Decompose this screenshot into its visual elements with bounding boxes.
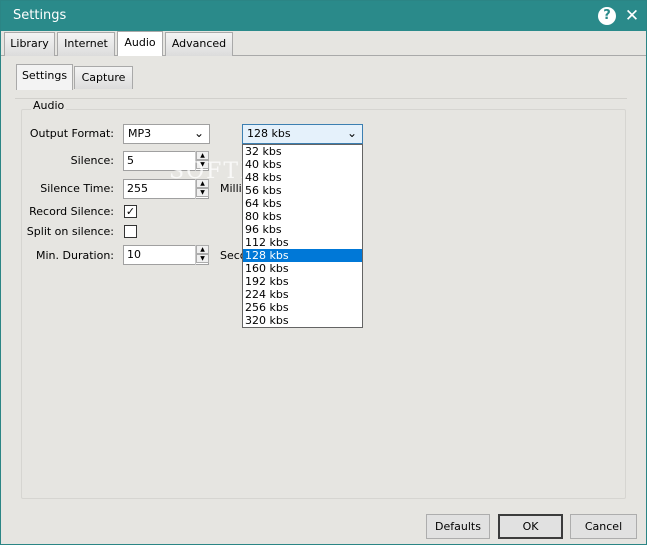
- help-icon[interactable]: ?: [598, 7, 616, 25]
- tab-internet[interactable]: Internet: [57, 32, 115, 56]
- spin-up-icon[interactable]: ▲: [196, 245, 209, 254]
- silence-time-unit: Milli: [220, 182, 242, 195]
- silence-time-spinner[interactable]: ▲ ▼: [195, 179, 209, 199]
- spin-up-icon[interactable]: ▲: [196, 179, 209, 188]
- tab-advanced[interactable]: Advanced: [165, 32, 233, 56]
- main-tab-strip: Library Internet Audio Advanced: [1, 31, 646, 56]
- bitrate-option[interactable]: 56 kbs: [243, 184, 362, 197]
- spin-down-icon[interactable]: ▼: [196, 254, 209, 263]
- spin-up-icon[interactable]: ▲: [196, 151, 209, 160]
- subtab-capture[interactable]: Capture: [74, 66, 133, 89]
- ok-button[interactable]: OK: [498, 514, 563, 539]
- bitrate-option-selected[interactable]: 128 kbs: [243, 249, 362, 262]
- record-silence-label: Record Silence:: [29, 205, 114, 218]
- spin-down-icon[interactable]: ▼: [196, 160, 209, 169]
- chevron-down-icon: ⌄: [193, 126, 204, 140]
- bitrate-option[interactable]: 40 kbs: [243, 158, 362, 171]
- bitrate-option[interactable]: 64 kbs: [243, 197, 362, 210]
- group-title: Audio: [31, 99, 67, 112]
- output-format-value: MP3: [128, 127, 152, 140]
- tab-audio[interactable]: Audio: [117, 31, 163, 56]
- bitrate-option[interactable]: 112 kbs: [243, 236, 362, 249]
- bitrate-option[interactable]: 96 kbs: [243, 223, 362, 236]
- defaults-button[interactable]: Defaults: [426, 514, 490, 539]
- spin-down-icon[interactable]: ▼: [196, 188, 209, 197]
- bitrate-option[interactable]: 48 kbs: [243, 171, 362, 184]
- bitrate-option[interactable]: 192 kbs: [243, 275, 362, 288]
- bitrate-option[interactable]: 256 kbs: [243, 301, 362, 314]
- bitrate-option[interactable]: 224 kbs: [243, 288, 362, 301]
- record-silence-checkbox[interactable]: ✓: [124, 205, 137, 218]
- bitrate-value: 128 kbs: [247, 127, 291, 140]
- output-format-label: Output Format:: [29, 127, 114, 140]
- silence-time-label: Silence Time:: [40, 182, 114, 195]
- silence-spinner[interactable]: ▲ ▼: [195, 151, 209, 171]
- close-icon[interactable]: ✕: [624, 6, 640, 26]
- bitrate-option[interactable]: 160 kbs: [243, 262, 362, 275]
- output-format-select[interactable]: MP3 ⌄: [123, 124, 210, 144]
- bitrate-option[interactable]: 32 kbs: [243, 145, 362, 158]
- bitrate-option[interactable]: 320 kbs: [243, 314, 362, 327]
- split-on-silence-checkbox[interactable]: [124, 225, 137, 238]
- split-on-silence-label: Split on silence:: [26, 225, 114, 238]
- title-bar[interactable]: Settings ? ✕: [1, 1, 646, 31]
- silence-label: Silence:: [70, 154, 114, 167]
- min-duration-label: Min. Duration:: [36, 249, 114, 262]
- bitrate-dropdown-list[interactable]: 32 kbs 40 kbs 48 kbs 56 kbs 64 kbs 80 kb…: [242, 144, 363, 328]
- window-title: Settings: [13, 8, 67, 23]
- settings-window: Settings ? ✕ Library Internet Audio Adva…: [0, 0, 647, 545]
- bitrate-option[interactable]: 80 kbs: [243, 210, 362, 223]
- bitrate-select[interactable]: 128 kbs ⌄: [242, 124, 363, 144]
- chevron-down-icon: ⌄: [346, 126, 357, 140]
- min-duration-spinner[interactable]: ▲ ▼: [195, 245, 209, 265]
- subtab-settings[interactable]: Settings: [16, 64, 73, 90]
- tab-library[interactable]: Library: [4, 32, 55, 56]
- cancel-button[interactable]: Cancel: [570, 514, 637, 539]
